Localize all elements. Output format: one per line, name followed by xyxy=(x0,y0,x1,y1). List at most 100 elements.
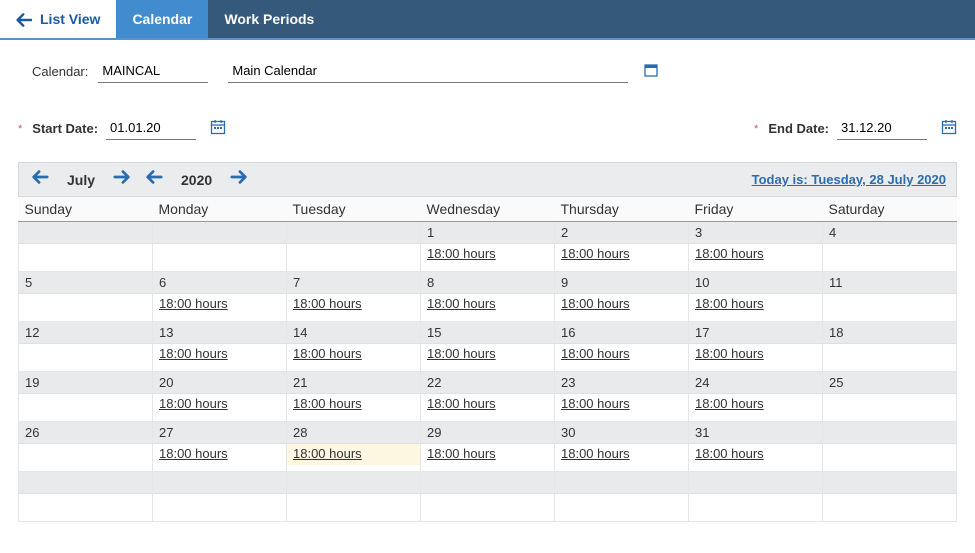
calendar-day-cell[interactable] xyxy=(19,472,153,522)
calendar-day-cell[interactable]: 1318:00 hours xyxy=(153,322,287,372)
calendar-day-cell[interactable]: 18 xyxy=(823,322,957,372)
calendar-week-row: 19 2018:00 hours2118:00 hours2218:00 hou… xyxy=(19,372,957,422)
calendar-grid: SundayMondayTuesdayWednesdayThursdayFrid… xyxy=(18,197,957,522)
calendar-day-cell[interactable]: 3018:00 hours xyxy=(555,422,689,472)
calendar-day-cell[interactable]: 2318:00 hours xyxy=(555,372,689,422)
hours-link[interactable]: 18:00 hours xyxy=(561,296,630,311)
prev-month-icon[interactable] xyxy=(29,169,51,190)
day-number xyxy=(823,422,956,444)
day-number xyxy=(287,222,420,244)
end-date-picker-icon[interactable] xyxy=(941,119,957,138)
calendar-day-cell[interactable]: 19 xyxy=(19,372,153,422)
hours-link[interactable]: 18:00 hours xyxy=(427,446,496,461)
calendar-day-cell[interactable] xyxy=(287,472,421,522)
calendar-day-cell[interactable] xyxy=(287,222,421,272)
calendar-day-cell[interactable]: 11 xyxy=(823,272,957,322)
prev-year-icon[interactable] xyxy=(143,169,165,190)
calendar-day-cell[interactable]: 2218:00 hours xyxy=(421,372,555,422)
calendar-day-cell[interactable]: 5 xyxy=(19,272,153,322)
required-marker: * xyxy=(754,123,758,135)
calendar-day-cell[interactable]: 26 xyxy=(19,422,153,472)
day-body: 18:00 hours xyxy=(287,444,420,465)
day-number: 17 xyxy=(689,322,822,344)
hours-link[interactable]: 18:00 hours xyxy=(561,246,630,261)
day-body: 18:00 hours xyxy=(555,394,688,415)
calendar-day-cell[interactable] xyxy=(153,472,287,522)
hours-link[interactable]: 18:00 hours xyxy=(159,296,228,311)
next-month-icon[interactable] xyxy=(111,169,133,190)
day-number xyxy=(153,472,286,494)
hours-link[interactable]: 18:00 hours xyxy=(561,446,630,461)
day-body xyxy=(19,244,152,265)
hours-link[interactable]: 18:00 hours xyxy=(695,296,764,311)
calendar-day-cell[interactable] xyxy=(421,472,555,522)
hours-link[interactable]: 18:00 hours xyxy=(159,446,228,461)
calendar-day-cell[interactable]: 1518:00 hours xyxy=(421,322,555,372)
day-number xyxy=(421,472,554,494)
hours-link[interactable]: 18:00 hours xyxy=(293,296,362,311)
day-body: 18:00 hours xyxy=(287,344,420,365)
day-number: 24 xyxy=(689,372,822,394)
calendar-day-cell[interactable]: 17 18:00 hours xyxy=(689,322,823,372)
hours-link[interactable]: 18:00 hours xyxy=(695,446,764,461)
calendar-day-cell[interactable] xyxy=(823,472,957,522)
calendar-day-cell[interactable]: 118:00 hours xyxy=(421,222,555,272)
hours-link[interactable]: 18:00 hours xyxy=(293,446,362,461)
calendar-desc-input[interactable] xyxy=(228,60,628,83)
calendar-day-cell[interactable]: 1618:00 hours xyxy=(555,322,689,372)
hours-link[interactable]: 18:00 hours xyxy=(293,396,362,411)
calendar-label: Calendar: xyxy=(32,64,88,79)
day-body xyxy=(823,244,956,265)
next-year-icon[interactable] xyxy=(228,169,250,190)
hours-link[interactable]: 18:00 hours xyxy=(293,346,362,361)
calendar-day-cell[interactable]: 1018:00 hours xyxy=(689,272,823,322)
calendar-lookup-icon[interactable] xyxy=(644,63,658,80)
hours-link[interactable]: 18:00 hours xyxy=(695,346,764,361)
hours-link[interactable]: 18:00 hours xyxy=(159,396,228,411)
day-number: 21 xyxy=(287,372,420,394)
tab-list-view[interactable]: List View xyxy=(0,0,116,38)
day-body: 18:00 hours xyxy=(689,344,822,365)
calendar-day-cell[interactable]: 318:00 hours xyxy=(689,222,823,272)
calendar-day-cell[interactable]: 818:00 hours xyxy=(421,272,555,322)
calendar-day-cell[interactable]: 918:00 hours xyxy=(555,272,689,322)
calendar-day-cell[interactable]: 2018:00 hours xyxy=(153,372,287,422)
calendar-code-input[interactable] xyxy=(98,60,208,83)
day-number: 4 xyxy=(823,222,956,244)
day-number xyxy=(19,472,152,494)
start-date-input[interactable] xyxy=(106,117,196,140)
calendar-day-cell[interactable]: 4 xyxy=(823,222,957,272)
hours-link[interactable]: 18:00 hours xyxy=(427,296,496,311)
calendar-day-cell[interactable]: 1418:00 hours xyxy=(287,322,421,372)
hours-link[interactable]: 18:00 hours xyxy=(159,346,228,361)
calendar-day-cell[interactable]: 618:00 hours xyxy=(153,272,287,322)
calendar-day-cell[interactable] xyxy=(823,422,957,472)
calendar-day-cell[interactable]: 2718:00 hours xyxy=(153,422,287,472)
tab-calendar[interactable]: Calendar xyxy=(116,0,208,38)
calendar-day-cell[interactable]: 2918:00 hours xyxy=(421,422,555,472)
calendar-day-cell[interactable]: 24 18:00 hours xyxy=(689,372,823,422)
end-date-input[interactable] xyxy=(837,117,927,140)
calendar-day-cell[interactable] xyxy=(555,472,689,522)
hours-link[interactable]: 18:00 hours xyxy=(561,396,630,411)
calendar-day-cell[interactable]: 12 xyxy=(19,322,153,372)
calendar-day-cell[interactable] xyxy=(689,472,823,522)
hours-link[interactable]: 18:00 hours xyxy=(427,396,496,411)
hours-link[interactable]: 18:00 hours xyxy=(427,246,496,261)
hours-link[interactable]: 18:00 hours xyxy=(695,396,764,411)
day-number: 7 xyxy=(287,272,420,294)
calendar-day-cell[interactable] xyxy=(19,222,153,272)
calendar-day-cell[interactable]: 21 18:00 hours xyxy=(287,372,421,422)
start-date-picker-icon[interactable] xyxy=(210,119,226,138)
today-link[interactable]: Today is: Tuesday, 28 July 2020 xyxy=(752,172,946,187)
calendar-day-cell[interactable]: 2818:00 hours xyxy=(287,422,421,472)
calendar-day-cell[interactable]: 25 xyxy=(823,372,957,422)
calendar-day-cell[interactable] xyxy=(153,222,287,272)
calendar-day-cell[interactable]: 3118:00 hours xyxy=(689,422,823,472)
hours-link[interactable]: 18:00 hours xyxy=(561,346,630,361)
hours-link[interactable]: 18:00 hours xyxy=(695,246,764,261)
tab-work-periods[interactable]: Work Periods xyxy=(208,0,330,38)
calendar-day-cell[interactable]: 218:00 hours xyxy=(555,222,689,272)
hours-link[interactable]: 18:00 hours xyxy=(427,346,496,361)
calendar-day-cell[interactable]: 7 18:00 hours xyxy=(287,272,421,322)
